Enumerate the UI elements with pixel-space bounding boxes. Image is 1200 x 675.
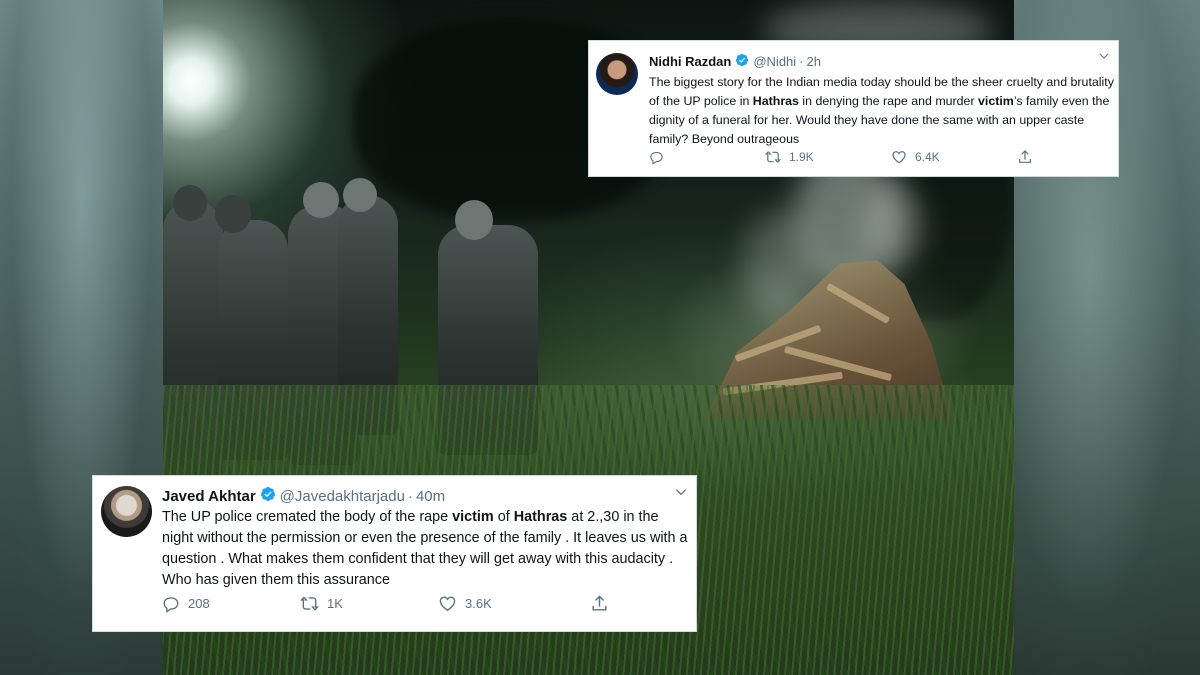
author-name[interactable]: Javed Akhtar <box>162 488 256 505</box>
verified-badge-icon <box>260 486 276 506</box>
retweet-count: 1.9K <box>789 150 814 164</box>
author-handle[interactable]: @Javedakhtarjadu <box>280 488 405 505</box>
avatar[interactable] <box>596 53 638 95</box>
reply-button[interactable]: 208 <box>162 595 300 613</box>
like-button[interactable]: 6.4K <box>891 149 1017 165</box>
tweet-text: The biggest story for the Indian media t… <box>649 75 1114 146</box>
author-handle[interactable]: @Nidhi <box>753 54 796 69</box>
retweet-count: 1K <box>327 596 343 611</box>
tweet-header: Nidhi Razdan @Nidhi · 2h <box>649 53 821 70</box>
reply-button[interactable] <box>649 150 765 165</box>
timestamp[interactable]: 2h <box>807 54 821 69</box>
retweet-button[interactable]: 1K <box>300 594 438 613</box>
like-icon <box>892 151 906 164</box>
share-button[interactable] <box>590 594 609 613</box>
retweet-button[interactable]: 1.9K <box>765 149 891 165</box>
like-count: 3.6K <box>465 596 492 611</box>
tweet-actions: 1.9K 6.4K <box>649 149 1033 165</box>
reply-icon <box>650 151 663 165</box>
retweet-icon <box>765 151 781 163</box>
reply-count: 208 <box>188 596 210 611</box>
separator-dot: · <box>407 487 413 505</box>
chevron-down-icon[interactable] <box>1098 49 1110 61</box>
share-button[interactable] <box>1017 149 1033 165</box>
tweet-text: The UP police cremated the body of the r… <box>162 509 688 588</box>
tweet-header: Javed Akhtar @Javedakhtarjadu · 40m <box>162 486 445 506</box>
tweet-card-javed[interactable]: Javed Akhtar @Javedakhtarjadu · 40m The … <box>92 475 697 632</box>
separator-dot: · <box>799 54 804 69</box>
like-count: 6.4K <box>915 150 940 164</box>
timestamp[interactable]: 40m <box>416 488 445 505</box>
like-icon <box>439 596 456 612</box>
tweet-card-nidhi[interactable]: Nidhi Razdan @Nidhi · 2h The biggest sto… <box>588 40 1119 177</box>
verified-badge-icon <box>735 53 749 70</box>
reply-icon <box>163 596 179 613</box>
share-icon <box>592 595 607 611</box>
chevron-down-icon[interactable] <box>674 485 688 499</box>
retweet-icon <box>300 596 319 611</box>
share-icon <box>1019 150 1031 163</box>
author-name[interactable]: Nidhi Razdan <box>649 54 731 69</box>
tweet-actions: 208 1K 3.6K <box>162 594 609 613</box>
avatar[interactable] <box>101 486 152 537</box>
like-button[interactable]: 3.6K <box>438 594 590 613</box>
